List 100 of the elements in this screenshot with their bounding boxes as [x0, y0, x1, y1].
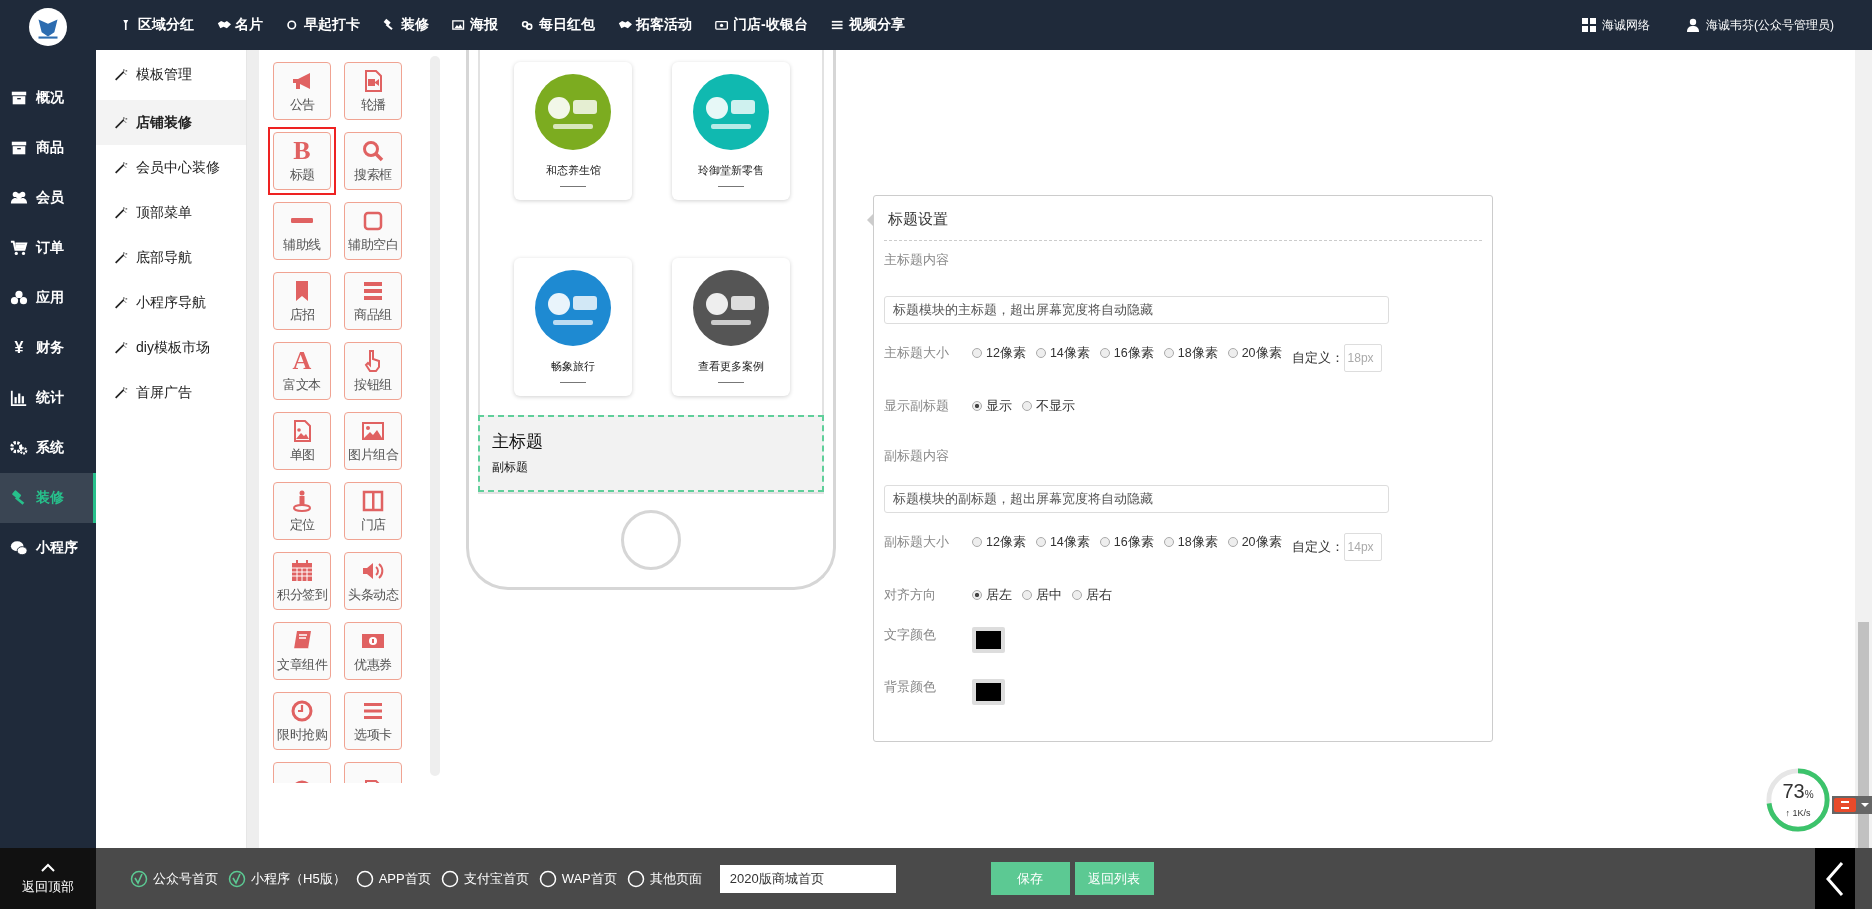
radio-option[interactable]: 不显示 [1022, 397, 1075, 415]
radio-option[interactable]: 16像素 [1099, 533, 1154, 551]
field-label: 文字颜色 [884, 627, 937, 644]
image-icon [452, 18, 466, 32]
submenu-item[interactable]: 顶部菜单 [96, 190, 246, 235]
back-to-top-button[interactable]: 返回顶部 [0, 848, 96, 909]
letter-icon: A [292, 348, 312, 373]
store-card[interactable]: 畅象旅行 [514, 257, 632, 396]
sidebar-item[interactable]: 系统 [0, 423, 96, 473]
collapse-button[interactable] [1815, 848, 1855, 909]
field-label: 自定义： [1291, 349, 1344, 367]
network-speed-widget[interactable]: 73% ↑ 1K/s [1764, 766, 1832, 834]
radio-option[interactable]: 14像素 [1035, 533, 1090, 551]
store-name: 畅象旅行 [551, 358, 595, 374]
sidebar-item[interactable]: ¥ 财务 [0, 323, 96, 373]
radio-option[interactable]: 20像素 [1227, 344, 1282, 362]
main-title-input[interactable]: 标题模块的主标题，超出屏幕宽度将自动隐藏 [884, 296, 1389, 324]
store-name: 查看更多案例 [698, 358, 764, 374]
submenu-item[interactable]: 底部导航 [96, 235, 246, 280]
magic-wand-icon [114, 340, 128, 355]
page-option[interactable]: APP首页 [355, 869, 431, 888]
top-nav-link[interactable]: 每日红包 [521, 16, 595, 34]
top-nav-link[interactable]: 名片 [217, 16, 263, 34]
page-option[interactable]: 公众号首页 [130, 869, 218, 888]
page-option[interactable]: 其他页面 [626, 869, 702, 888]
page-option[interactable]: 小程序（H5版） [228, 869, 346, 888]
store-card[interactable]: 玲御堂新零售 [672, 62, 790, 200]
submenu-item[interactable]: 小程序导航 [96, 280, 246, 325]
list-icon [830, 18, 845, 32]
caret-up-icon [40, 861, 56, 872]
top-nav-link[interactable]: 拓客活动 [618, 16, 692, 34]
top-nav-link[interactable]: 视频分享 [830, 16, 905, 34]
sidebar-item[interactable]: 统计 [0, 373, 96, 423]
clock-icon [290, 698, 314, 723]
radio-option[interactable]: 居右 [1072, 586, 1112, 604]
gears-icon [10, 439, 28, 457]
subtitle-input[interactable]: 标题模块的副标题，超出屏幕宽度将自动隐藏 [884, 485, 1389, 513]
radio-option[interactable]: 居左 [972, 586, 1012, 604]
sidebar-item[interactable]: 概况 [0, 73, 96, 123]
sidebar-item[interactable]: 应用 [0, 273, 96, 323]
custom-size-input[interactable]: 18px [1343, 344, 1382, 372]
box-icon [10, 139, 28, 157]
top-nav-link[interactable]: 区域分红 [120, 16, 194, 34]
calendar-icon [290, 558, 314, 583]
submenu-item[interactable]: 模板管理 [96, 50, 246, 100]
submenu-item[interactable]: diy模板市场 [96, 325, 246, 370]
sidebar-item[interactable]: 小程序 [0, 523, 96, 573]
sidebar-item[interactable]: 装修 [0, 473, 96, 523]
top-nav-link[interactable]: 海报 [452, 16, 498, 34]
yen-icon: ¥ [10, 339, 28, 357]
company-link[interactable]: 海诚网络 [1582, 16, 1650, 34]
search-icon [361, 138, 385, 163]
top-nav-link[interactable]: 门店-收银台 [715, 16, 808, 34]
field-label: 对齐方向 [884, 586, 937, 604]
logo-icon[interactable] [29, 8, 67, 46]
field-label: 背景颜色 [884, 679, 937, 696]
user-menu[interactable]: 海诚韦芬(公众号管理员) [1686, 16, 1834, 34]
top-nav-link[interactable]: 装修 [383, 16, 429, 34]
component-tile[interactable]: B 标题 [268, 127, 336, 195]
bar-chart-icon [10, 389, 28, 407]
radio-option[interactable]: 12像素 [972, 533, 1026, 551]
sidebar-item[interactable]: 订单 [0, 223, 96, 273]
submenu-item[interactable]: 会员中心装修 [96, 145, 246, 190]
page-name-input[interactable]: 2020版商城首页 [719, 864, 896, 893]
main-title-text: 主标题 [492, 431, 544, 454]
magic-wand-icon [114, 68, 128, 82]
page-option[interactable]: 支付宝首页 [440, 869, 529, 888]
store-card[interactable]: 和态养生馆 [514, 62, 632, 200]
sidebar-item[interactable]: 商品 [0, 123, 96, 173]
radio-option[interactable]: 显示 [972, 397, 1012, 415]
radio-option[interactable]: 18像素 [1163, 533, 1218, 551]
sidebar-item[interactable]: 会员 [0, 173, 96, 223]
custom-size-input[interactable]: 14px [1343, 533, 1382, 561]
user-icon [1686, 18, 1700, 32]
cubes-icon [10, 289, 28, 307]
radio-option[interactable]: 14像素 [1035, 344, 1090, 362]
magic-wand-icon [114, 295, 128, 310]
grid-icon [1582, 18, 1596, 32]
radio-option[interactable]: 20像素 [1227, 533, 1282, 551]
top-nav-link[interactable]: 早起打卡 [286, 16, 360, 34]
submenu-item[interactable]: 店铺装修 [96, 100, 246, 145]
title-module[interactable]: 主标题 副标题 [478, 414, 824, 492]
radio-option[interactable]: 16像素 [1099, 344, 1154, 362]
submenu-item[interactable]: 首屏广告 [96, 370, 246, 415]
radio-option[interactable]: 12像素 [972, 344, 1026, 362]
field-label: 自定义： [1291, 538, 1344, 556]
magic-wand-icon [114, 115, 128, 130]
store-card[interactable]: 查看更多案例 [672, 257, 790, 396]
scrollbar[interactable] [1855, 50, 1872, 848]
input-method-icon[interactable] [1832, 796, 1872, 814]
radio-option[interactable]: 18像素 [1163, 344, 1218, 362]
radio-option[interactable]: 居中 [1022, 586, 1062, 604]
page-option[interactable]: WAP首页 [538, 869, 617, 888]
speed-rate: ↑ 1K/s [1784, 808, 1812, 818]
store-name: 和态养生馆 [545, 163, 601, 178]
person-pin-icon [290, 488, 314, 513]
box-icon [10, 89, 28, 107]
columns-icon [361, 488, 385, 513]
link-icon [521, 18, 535, 32]
letter-icon: B [293, 138, 311, 163]
